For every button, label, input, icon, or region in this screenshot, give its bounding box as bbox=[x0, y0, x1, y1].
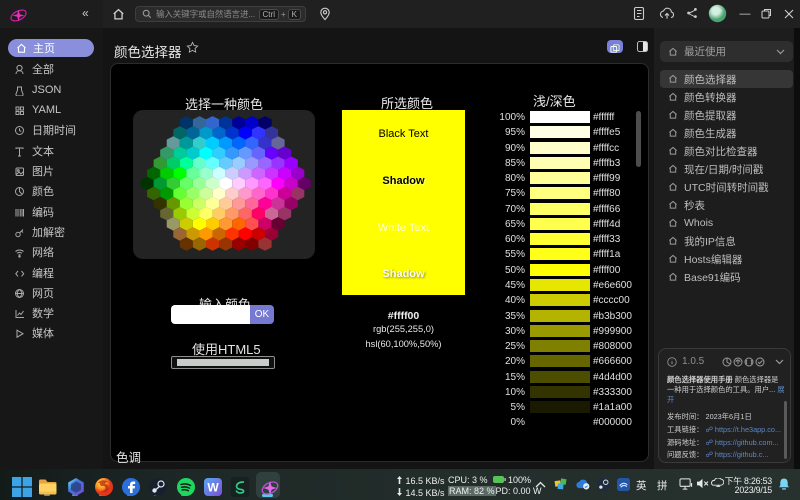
svg-text:W: W bbox=[207, 481, 219, 495]
